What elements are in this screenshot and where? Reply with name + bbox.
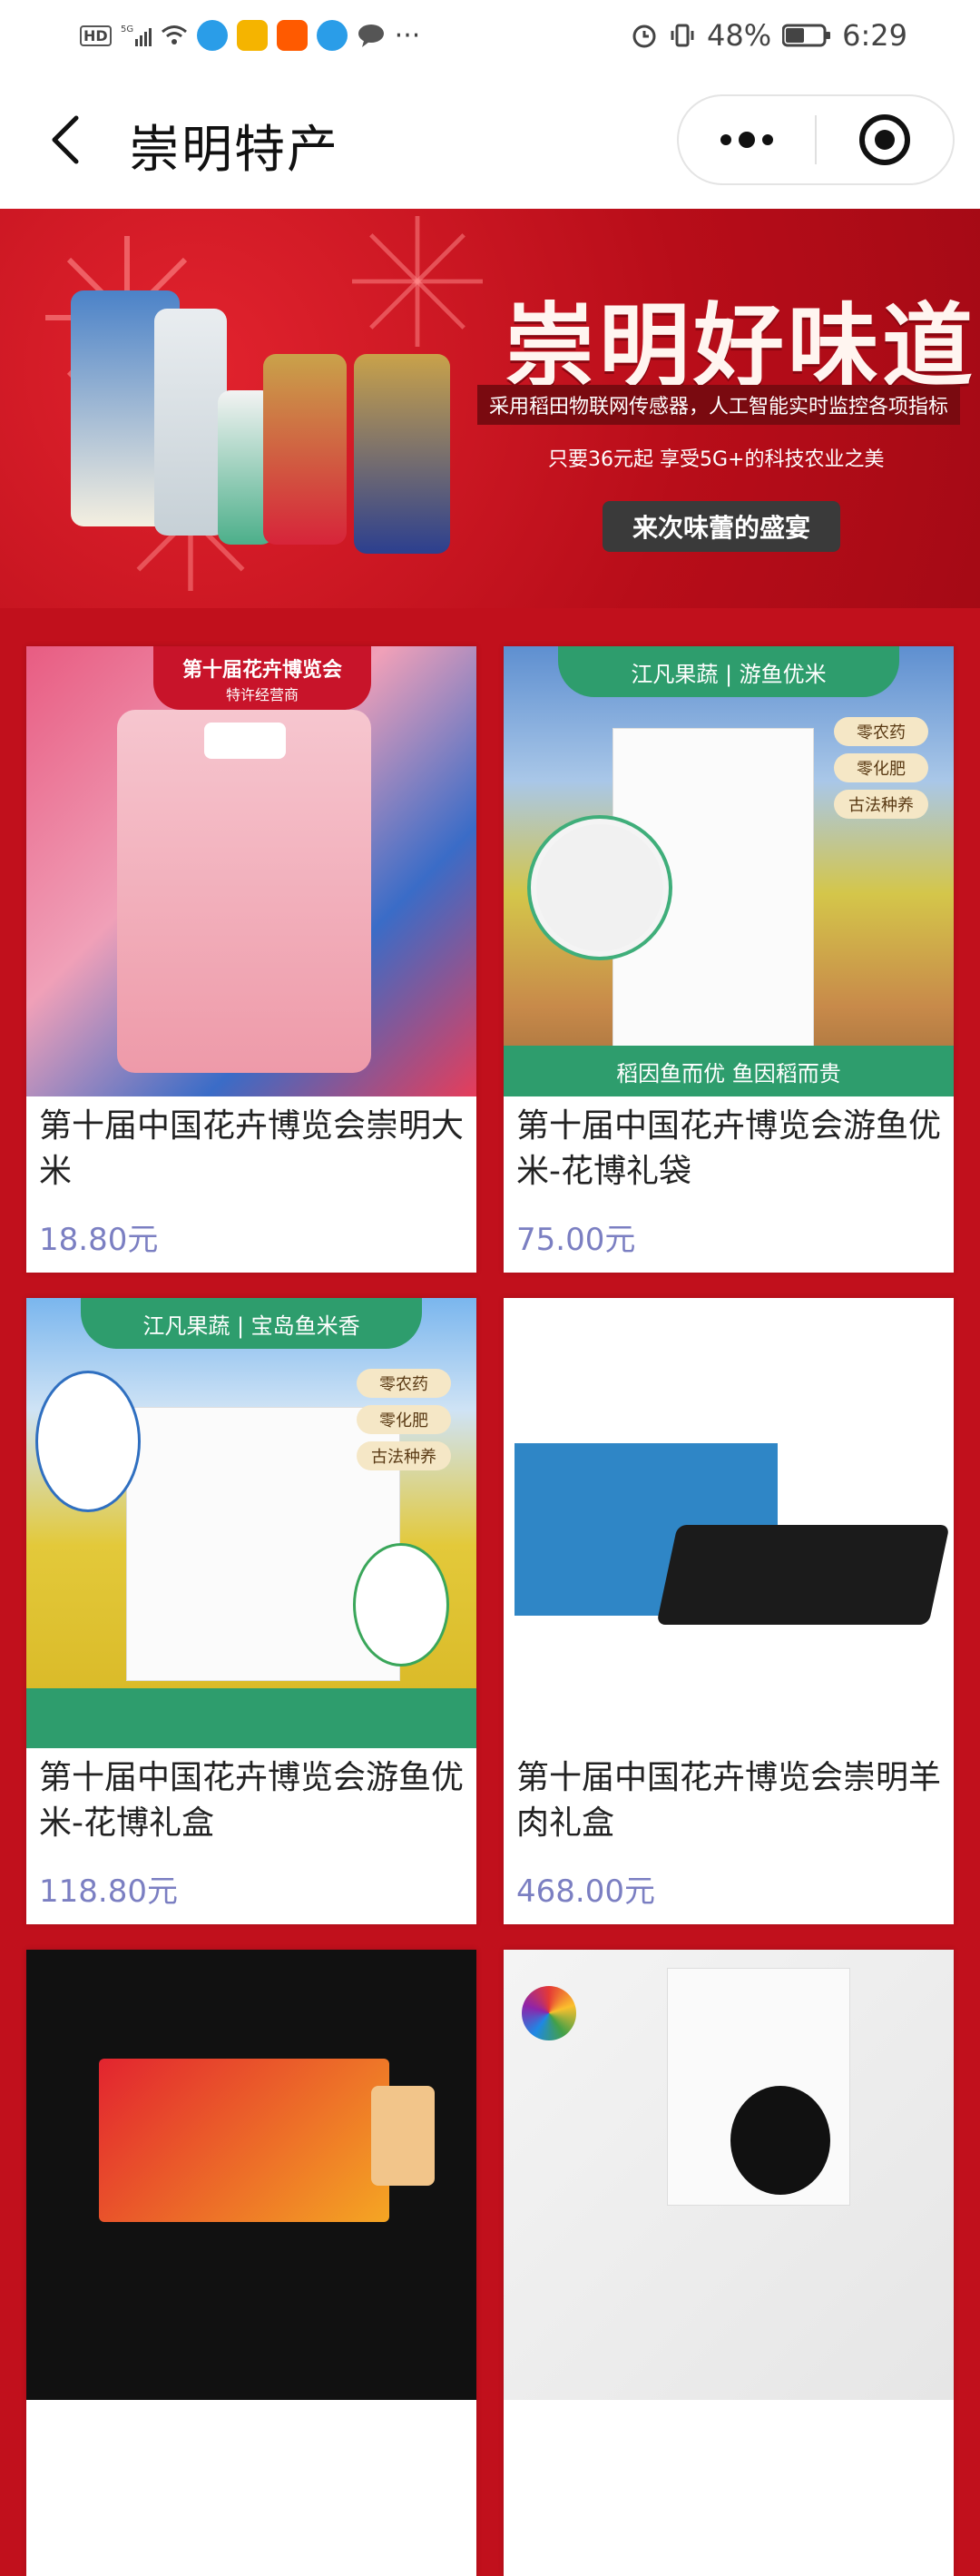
ink-brush-stroke [730, 2086, 830, 2195]
nav-header: 崇明特产 [0, 71, 980, 209]
more-notifications-icon: ··· [394, 19, 421, 52]
feature-tag: 零农药 [834, 717, 928, 746]
product-name: 第十届中国花卉博览会崇明大米 [39, 1107, 465, 1190]
product-image: 江凡果蔬 | 宝岛鱼米香 零农药 零化肥 古法种养 [26, 1298, 476, 1748]
alarm-icon [631, 22, 658, 49]
product-price: 75.00元 [516, 1222, 636, 1258]
more-menu-button[interactable] [679, 96, 815, 183]
product-card[interactable]: 第十届中国花卉博览会崇明羊肉礼盒 468.00元 [504, 1298, 954, 1924]
product-card[interactable]: 江凡果蔬 | 游鱼优米 零农药 零化肥 古法种养 稻因鱼而优 鱼因稻而贵 第十届… [504, 646, 954, 1273]
image-top-band: 江凡果蔬 | 宝岛鱼米香 [81, 1298, 422, 1349]
product-card[interactable] [26, 1950, 476, 2576]
rice-bowl [531, 819, 669, 957]
feature-tag: 零农药 [357, 1369, 451, 1398]
chevron-left-icon [52, 115, 79, 164]
mutton-trays [656, 1525, 950, 1625]
blue-bottle-image [354, 354, 450, 554]
vibrate-icon [669, 22, 696, 49]
browser2-app-icon [316, 20, 348, 51]
product-name: 第十届中国花卉博览会游鱼优米-花博礼袋 [516, 1107, 942, 1190]
product-image [504, 1950, 954, 2400]
battery-icon [782, 23, 831, 48]
chat-icon [357, 23, 386, 48]
mini-program-capsule [677, 94, 955, 185]
snowflake-icon [352, 216, 483, 347]
browser-app-icon [196, 20, 228, 51]
product-price: 18.80元 [39, 1222, 159, 1258]
product-name: 第十届中国花卉博览会崇明羊肉礼盒 [516, 1759, 942, 1842]
back-button[interactable] [38, 111, 93, 169]
product-card[interactable]: 江凡果蔬 | 宝岛鱼米香 零农药 零化肥 古法种养 第十届中国花卉博览会游鱼优米… [26, 1298, 476, 1924]
red-bottle-image [263, 354, 347, 545]
taobao-icon [276, 20, 308, 51]
expo-badge-sub: 特许经营商 [225, 686, 299, 703]
product-price: 118.80元 [39, 1873, 178, 1910]
expo-badge-text: 第十届花卉博览会 [181, 659, 342, 682]
promo-banner[interactable]: 崇明好味道 采用稻田物联网传感器，人工智能实时监控各项指标 只要36元起 享受5… [0, 209, 980, 608]
expo-logo [522, 1986, 576, 2040]
page-title: 崇明特产 [129, 121, 339, 180]
feature-tag: 古法种养 [357, 1441, 451, 1470]
feature-tag: 古法种养 [834, 790, 928, 819]
mail-icon [236, 20, 268, 51]
expo-badge: 第十届花卉博览会 特许经营商 [153, 646, 371, 710]
bag-handle [204, 723, 286, 759]
status-left-icons: HD 5G ··· [0, 20, 420, 52]
more-dots-icon [720, 132, 773, 148]
feature-tag: 零化肥 [834, 753, 928, 782]
image-bottom-band: 稻因鱼而优 鱼因稻而贵 [504, 1046, 954, 1096]
image-top-band: 江凡果蔬 | 游鱼优米 [558, 646, 899, 697]
clock-time: 6:29 [842, 18, 907, 53]
wifi-icon [161, 24, 188, 47]
feature-tag: 零化肥 [357, 1405, 451, 1434]
white-bottle-image [154, 309, 227, 536]
product-price: 468.00元 [516, 1873, 655, 1910]
product-card[interactable]: 第十届花卉博览会 特许经营商 第十届中国花卉博览会崇明大米 18.80元 [26, 646, 476, 1273]
signal-icon: 5G [121, 23, 152, 48]
banner-promo: 只要36元起 享受5G+的科技农业之美 [548, 448, 885, 471]
banner-cta-button[interactable]: 来次味蕾的盛宴 [603, 501, 840, 552]
product-name: 第十届中国花卉博览会游鱼优米-花博礼盒 [39, 1759, 465, 1842]
product-image [26, 1950, 476, 2400]
leaf-shape [26, 1688, 476, 1748]
banner-subtitle: 采用稻田物联网传感器，人工智能实时监控各项指标 [477, 385, 960, 425]
product-card[interactable] [504, 1950, 954, 2576]
close-program-button[interactable] [817, 96, 953, 183]
battery-percent: 48% [707, 18, 772, 53]
hd-icon: HD [80, 25, 112, 46]
drink-can [371, 2086, 435, 2186]
target-close-icon [859, 114, 910, 165]
product-image: 第十届花卉博览会 特许经营商 [26, 646, 476, 1096]
status-right: 48% 6:29 [631, 18, 980, 53]
product-image [504, 1298, 954, 1748]
svg-text:5G: 5G [121, 25, 133, 34]
red-gift-box [99, 2059, 389, 2222]
mascot-left [35, 1371, 141, 1512]
rice-bag-shape [117, 710, 371, 1073]
product-image: 江凡果蔬 | 游鱼优米 零农药 零化肥 古法种养 稻因鱼而优 鱼因稻而贵 [504, 646, 954, 1096]
mascot-right [353, 1543, 449, 1667]
status-bar: HD 5G ··· 48% 6:29 [0, 0, 980, 71]
